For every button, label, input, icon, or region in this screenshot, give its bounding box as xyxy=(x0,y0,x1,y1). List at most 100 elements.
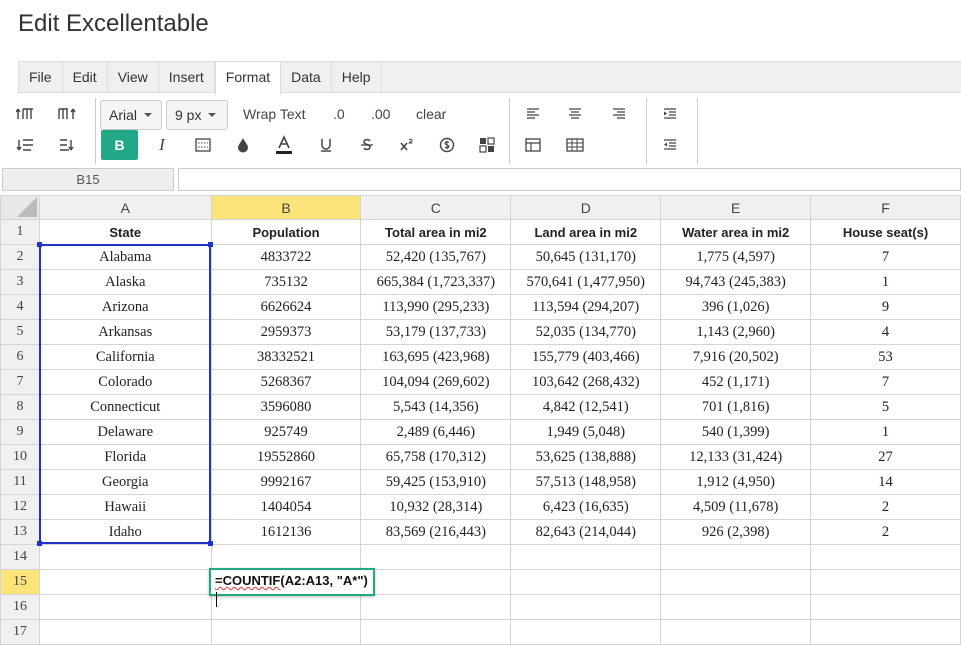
cell-c13[interactable]: 83,569 (216,443) xyxy=(360,519,512,545)
cell-e4[interactable]: 396 (1,026) xyxy=(660,294,812,320)
menu-insert[interactable]: Insert xyxy=(159,62,215,93)
cell-c1[interactable]: Total area in mi2 xyxy=(360,219,512,245)
cell-a9[interactable]: Delaware xyxy=(38,419,212,445)
row-header[interactable]: 13 xyxy=(0,519,40,545)
align-left-icon[interactable] xyxy=(516,99,550,129)
superscript-icon[interactable] xyxy=(390,130,424,160)
cell-f12[interactable]: 2 xyxy=(810,494,961,520)
column-header-d[interactable]: D xyxy=(510,195,662,220)
cell-a7[interactable]: Colorado xyxy=(38,369,212,395)
cell-a8[interactable]: Connecticut xyxy=(38,394,212,420)
cell-f4[interactable]: 9 xyxy=(810,294,961,320)
cell-a1[interactable]: State xyxy=(38,219,212,245)
cell-e1[interactable]: Water area in mi2 xyxy=(660,219,812,245)
cell-c11[interactable]: 59,425 (153,910) xyxy=(360,469,512,495)
formula-bar-input[interactable] xyxy=(178,168,961,191)
cell-b8[interactable]: 3596080 xyxy=(210,394,362,420)
cell-d9[interactable]: 1,949 (5,048) xyxy=(510,419,662,445)
cell-e17[interactable] xyxy=(660,619,812,645)
cell-a3[interactable]: Alaska xyxy=(38,269,212,295)
cell-a10[interactable]: Florida xyxy=(38,444,212,470)
cell-d12[interactable]: 6,423 (16,635) xyxy=(510,494,662,520)
row-header[interactable]: 17 xyxy=(0,619,40,645)
cell-d13[interactable]: 82,643 (214,044) xyxy=(510,519,662,545)
conditional-format-icon[interactable] xyxy=(470,130,504,160)
align-right-icon[interactable] xyxy=(602,99,636,129)
borders-icon[interactable] xyxy=(186,130,220,160)
cell-e15[interactable] xyxy=(660,569,812,595)
cell-d1[interactable]: Land area in mi2 xyxy=(510,219,662,245)
cell-f17[interactable] xyxy=(810,619,961,645)
cell-a5[interactable]: Arkansas xyxy=(38,319,212,345)
row-header[interactable]: 5 xyxy=(0,319,40,345)
menu-view[interactable]: View xyxy=(108,62,159,93)
cell-a4[interactable]: Arizona xyxy=(38,294,212,320)
cell-d15[interactable] xyxy=(510,569,662,595)
cell-d5[interactable]: 52,035 (134,770) xyxy=(510,319,662,345)
cell-f5[interactable]: 4 xyxy=(810,319,961,345)
cell-d11[interactable]: 57,513 (148,958) xyxy=(510,469,662,495)
cell-f8[interactable]: 5 xyxy=(810,394,961,420)
cell-f16[interactable] xyxy=(810,594,961,620)
cell-c12[interactable]: 10,932 (28,314) xyxy=(360,494,512,520)
row-header[interactable]: 15 xyxy=(0,569,40,595)
cell-b9[interactable]: 925749 xyxy=(210,419,362,445)
cell-f13[interactable]: 2 xyxy=(810,519,961,545)
row-header[interactable]: 6 xyxy=(0,344,40,370)
cell-b11[interactable]: 9992167 xyxy=(210,469,362,495)
cell-a11[interactable]: Georgia xyxy=(38,469,212,495)
cell-a2[interactable]: Alabama xyxy=(38,244,212,270)
cell-c17[interactable] xyxy=(360,619,512,645)
cell-b4[interactable]: 6626624 xyxy=(210,294,362,320)
cell-c8[interactable]: 5,543 (14,356) xyxy=(360,394,512,420)
column-header-a[interactable]: A xyxy=(38,195,212,220)
indent-increase-icon[interactable] xyxy=(653,99,687,129)
insert-row-above-icon[interactable] xyxy=(8,99,42,129)
row-header[interactable]: 9 xyxy=(0,419,40,445)
cell-editor[interactable]: =COUNTIF(A2:A13, "A*") xyxy=(209,568,375,608)
column-header-f[interactable]: F xyxy=(810,195,961,220)
cell-b13[interactable]: 1612136 xyxy=(210,519,362,545)
cell-c16[interactable] xyxy=(360,594,512,620)
cell-b17[interactable] xyxy=(210,619,362,645)
cell-d14[interactable] xyxy=(510,544,662,570)
cell-a14[interactable] xyxy=(38,544,212,570)
bold-button[interactable]: B xyxy=(101,130,138,160)
cell-b7[interactable]: 5268367 xyxy=(210,369,362,395)
cell-c7[interactable]: 104,094 (269,602) xyxy=(360,369,512,395)
insert-col-right-icon[interactable] xyxy=(50,130,84,160)
row-header[interactable]: 3 xyxy=(0,269,40,295)
cell-b3[interactable]: 735132 xyxy=(210,269,362,295)
cell-b12[interactable]: 1404054 xyxy=(210,494,362,520)
cell-d2[interactable]: 50,645 (131,170) xyxy=(510,244,662,270)
cell-e9[interactable]: 540 (1,399) xyxy=(660,419,812,445)
cell-f7[interactable]: 7 xyxy=(810,369,961,395)
text-color-icon[interactable] xyxy=(267,130,301,160)
row-header[interactable]: 14 xyxy=(0,544,40,570)
cell-a15[interactable] xyxy=(38,569,212,595)
cell-e3[interactable]: 94,743 (245,383) xyxy=(660,269,812,295)
row-header[interactable]: 12 xyxy=(0,494,40,520)
select-all-corner[interactable] xyxy=(0,195,40,220)
cell-b10[interactable]: 19552860 xyxy=(210,444,362,470)
cell-f6[interactable]: 53 xyxy=(810,344,961,370)
cell-f3[interactable]: 1 xyxy=(810,269,961,295)
cell-a6[interactable]: California xyxy=(38,344,212,370)
row-header[interactable]: 10 xyxy=(0,444,40,470)
fill-color-icon[interactable] xyxy=(226,130,260,160)
italic-button[interactable]: I xyxy=(145,130,179,160)
currency-icon[interactable] xyxy=(430,130,464,160)
cell-e16[interactable] xyxy=(660,594,812,620)
cell-c3[interactable]: 665,384 (1,723,337) xyxy=(360,269,512,295)
cell-e5[interactable]: 1,143 (2,960) xyxy=(660,319,812,345)
row-header[interactable]: 11 xyxy=(0,469,40,495)
row-header[interactable]: 2 xyxy=(0,244,40,270)
cell-f2[interactable]: 7 xyxy=(810,244,961,270)
cell-b14[interactable] xyxy=(210,544,362,570)
decrease-decimal-button[interactable]: .0 xyxy=(333,106,345,122)
cell-reference-box[interactable]: B15 xyxy=(2,168,174,191)
cell-b6[interactable]: 38332521 xyxy=(210,344,362,370)
cell-f10[interactable]: 27 xyxy=(810,444,961,470)
clear-button[interactable]: clear xyxy=(416,106,446,122)
cell-a13[interactable]: Idaho xyxy=(38,519,212,545)
